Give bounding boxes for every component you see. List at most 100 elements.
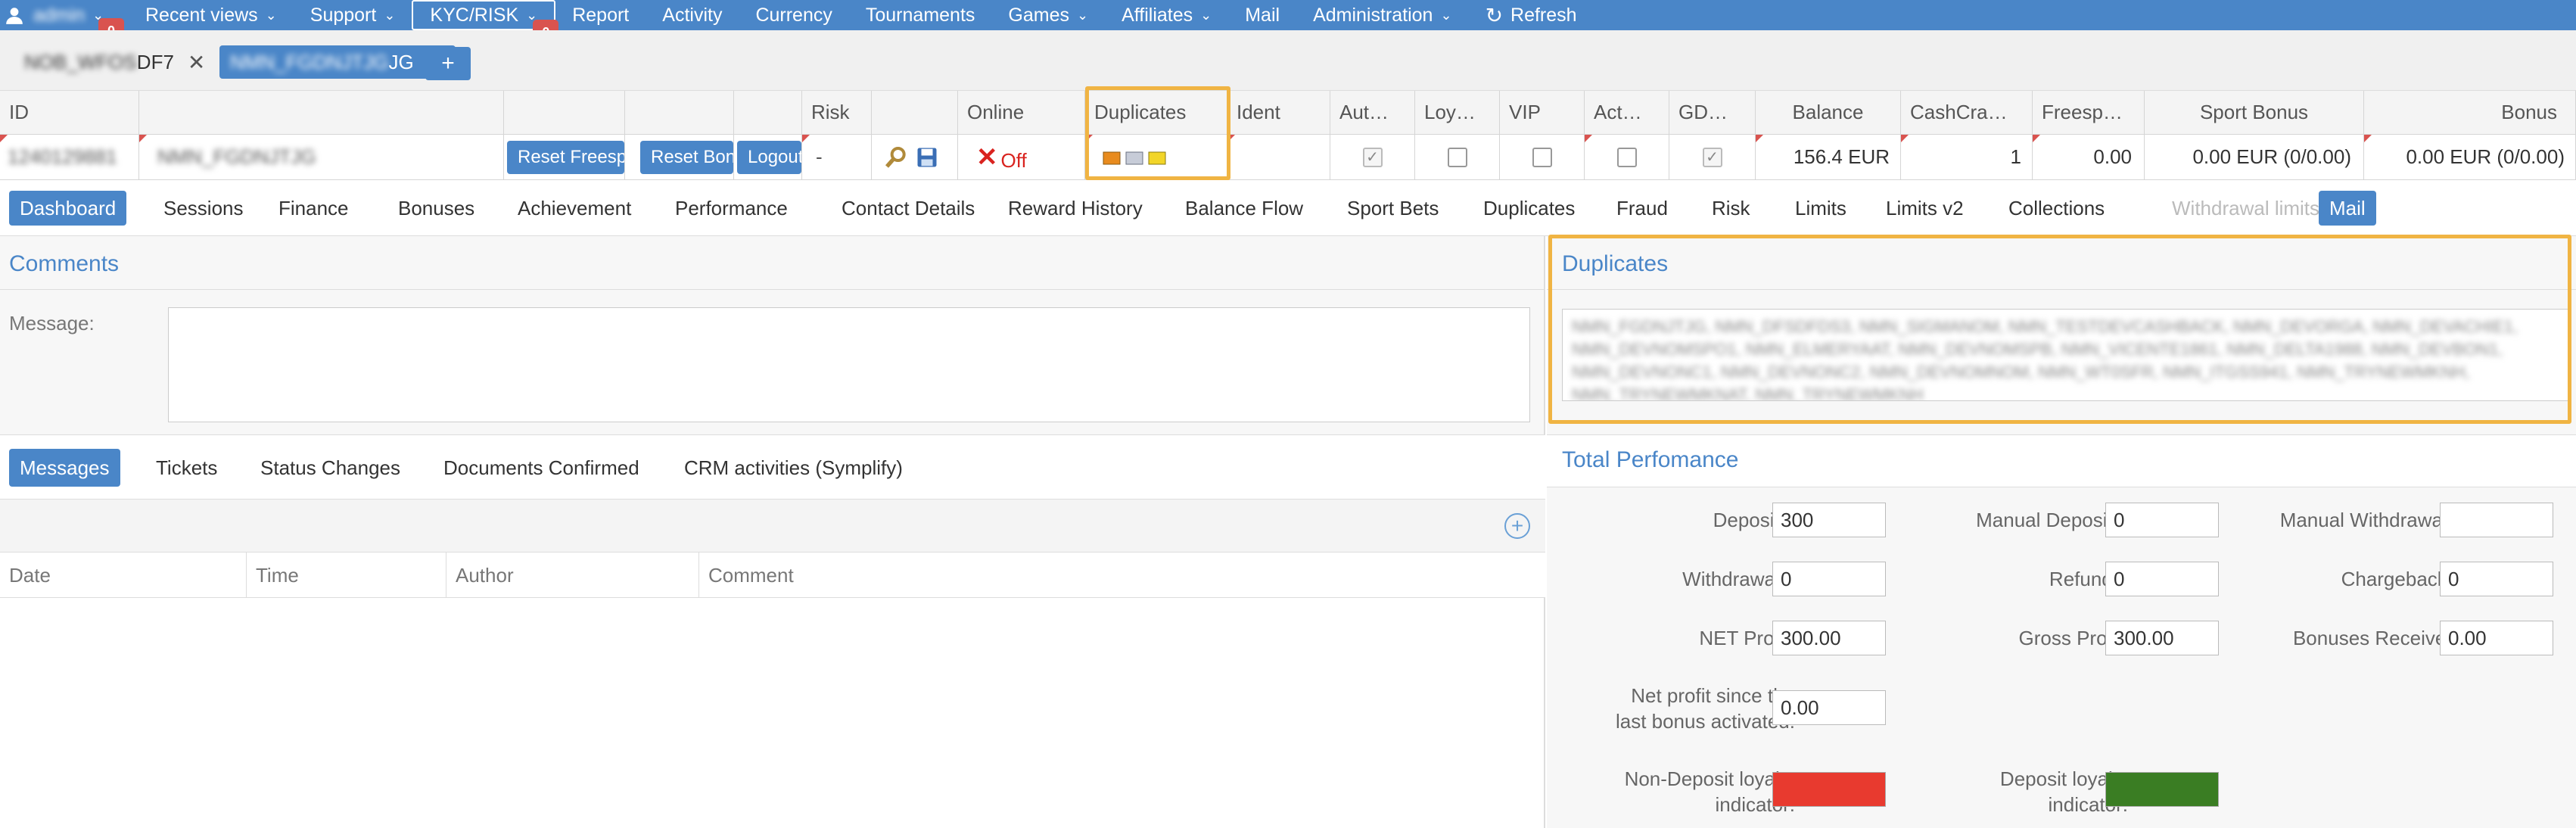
- tab-reward-history[interactable]: Reward History: [1008, 191, 1143, 226]
- player-tab-active[interactable]: NMN_FGDNJTJG JG ✕: [219, 45, 456, 79]
- active-checkbox[interactable]: [1616, 147, 1637, 167]
- header-balance[interactable]: Balance: [1756, 91, 1901, 135]
- user-menu[interactable]: admin ⌄ 0: [0, 0, 129, 44]
- header-cashcra[interactable]: CashCra…: [1901, 91, 2033, 135]
- header-blank: [625, 91, 734, 135]
- header-id[interactable]: ID: [0, 91, 139, 135]
- tab-limits-v2[interactable]: Limits v2: [1886, 191, 1964, 226]
- nav-affiliates[interactable]: Affiliates ⌄: [1105, 0, 1228, 30]
- nav-mail[interactable]: Mail: [1228, 0, 1296, 30]
- search-icon[interactable]: [884, 145, 908, 170]
- nav-kyc-risk[interactable]: KYC/RISK⌄ 0: [412, 0, 559, 45]
- plus-icon: +: [441, 51, 455, 76]
- subtab-tickets[interactable]: Tickets: [156, 449, 217, 487]
- nav-tournaments[interactable]: Tournaments: [849, 0, 992, 30]
- duplicates-list[interactable]: NMN_FGDNJTJG, NMN_DFSDFDS3, NMN_SIGMANOM…: [1562, 309, 2568, 401]
- net-profit-since-field[interactable]: 0.00: [1772, 690, 1886, 725]
- reset-freespins-button[interactable]: Reset Freespins: [507, 140, 624, 174]
- col-comment[interactable]: Comment: [699, 553, 1545, 598]
- subtab-crm-activities[interactable]: CRM activities (Symplify): [684, 449, 903, 487]
- bonuses-received-field[interactable]: 0.00: [2440, 621, 2553, 655]
- col-time[interactable]: Time: [247, 553, 446, 598]
- loyalty-checkbox[interactable]: [1447, 147, 1467, 167]
- duplicates-flags-icon[interactable]: [1102, 146, 1170, 169]
- tab-collections[interactable]: Collections: [2008, 191, 2105, 226]
- manual-withdrawals-label: Manual Withdrawals:: [2279, 509, 2462, 531]
- chargebacks-field[interactable]: 0: [2440, 562, 2553, 596]
- col-date[interactable]: Date: [0, 553, 247, 598]
- save-icon[interactable]: [916, 146, 938, 169]
- subtab-status-changes[interactable]: Status Changes: [260, 449, 400, 487]
- tab-mail[interactable]: Mail: [2319, 191, 2376, 226]
- manual-withdrawals-field[interactable]: [2440, 503, 2553, 537]
- player-login: NMN_FGDNJTJG: [157, 145, 316, 168]
- manual-deposits-field[interactable]: 0: [2105, 503, 2219, 537]
- nav-administration[interactable]: Administration ⌄: [1296, 0, 1469, 30]
- header-freesp[interactable]: Freesp…: [2033, 91, 2145, 135]
- col-author[interactable]: Author: [446, 553, 699, 598]
- username: admin: [33, 4, 86, 26]
- tab-contact-details[interactable]: Contact Details: [842, 191, 975, 226]
- nav-recent-views[interactable]: Recent views ⌄: [129, 0, 294, 30]
- header-ident[interactable]: Ident: [1227, 91, 1330, 135]
- chevron-down-icon: ⌄: [265, 7, 277, 23]
- reset-bonus-button[interactable]: Reset Bonus: [640, 140, 733, 174]
- header-loy[interactable]: Loy…: [1415, 91, 1500, 135]
- add-tab-button[interactable]: +: [425, 47, 471, 80]
- tab-sport-bets[interactable]: Sport Bets: [1347, 191, 1439, 226]
- tab-performance[interactable]: Performance: [675, 191, 788, 226]
- tab-limits[interactable]: Limits: [1795, 191, 1846, 226]
- tab-balance-flow[interactable]: Balance Flow: [1185, 191, 1303, 226]
- player-tab-hidden: NOB_WFOS: [24, 50, 137, 73]
- header-duplicates[interactable]: Duplicates: [1085, 91, 1227, 135]
- header-blank: [734, 91, 802, 135]
- label-line: last bonus activated:: [1615, 710, 1795, 733]
- player-tab[interactable]: NOB_WFOS DF7 ✕: [24, 45, 205, 79]
- tab-risk[interactable]: Risk: [1712, 191, 1750, 226]
- aut-checkbox[interactable]: ✓: [1362, 147, 1383, 167]
- cell-freesp: 0.00: [2033, 135, 2145, 180]
- header-bonus[interactable]: Bonus: [2364, 91, 2576, 135]
- cell-loy: [1415, 135, 1500, 180]
- user-icon: [6, 8, 23, 24]
- gdpr-checkbox[interactable]: ✓: [1702, 147, 1722, 167]
- tab-bonuses[interactable]: Bonuses: [398, 191, 474, 226]
- refunds-field[interactable]: 0: [2105, 562, 2219, 596]
- comments-title: Comments: [9, 251, 120, 276]
- subtab-messages[interactable]: Messages: [9, 449, 120, 487]
- tab-dashboard[interactable]: Dashboard: [9, 191, 127, 226]
- header-gd[interactable]: GD…: [1669, 91, 1756, 135]
- tab-finance[interactable]: Finance: [278, 191, 349, 226]
- header-aut[interactable]: Aut…: [1330, 91, 1415, 135]
- tab-duplicates[interactable]: Duplicates: [1483, 191, 1575, 226]
- header-vip[interactable]: VIP: [1500, 91, 1585, 135]
- net-profit-field[interactable]: 300.00: [1772, 621, 1886, 655]
- logout-button[interactable]: Logout: [737, 140, 801, 174]
- tab-achievement[interactable]: Achievement: [518, 191, 631, 226]
- add-circle-icon[interactable]: +: [1504, 513, 1530, 539]
- refresh-icon: ↻: [1485, 3, 1504, 27]
- bonuses-received-label: Bonuses Received:: [2292, 627, 2462, 649]
- label-line: Non-Deposit loyalty: [1624, 767, 1795, 790]
- nav-games[interactable]: Games ⌄: [991, 0, 1105, 30]
- cell-duplicates: [1085, 135, 1227, 180]
- header-act[interactable]: Act…: [1585, 91, 1669, 135]
- subtab-documents-confirmed[interactable]: Documents Confirmed: [443, 449, 639, 487]
- header-sport-bonus[interactable]: Sport Bonus: [2145, 91, 2364, 135]
- tab-sessions[interactable]: Sessions: [163, 191, 244, 226]
- vip-checkbox[interactable]: [1532, 147, 1552, 167]
- withdrawals-field[interactable]: 0: [1772, 562, 1886, 596]
- deposits-field[interactable]: 300: [1772, 503, 1886, 537]
- close-icon[interactable]: ✕: [188, 50, 205, 75]
- nav-currency[interactable]: Currency: [739, 0, 848, 30]
- nav-report[interactable]: Report: [555, 0, 646, 30]
- tab-fraud[interactable]: Fraud: [1616, 191, 1668, 226]
- header-online[interactable]: Online: [958, 91, 1085, 135]
- message-textarea[interactable]: [168, 307, 1530, 422]
- gross-profit-field[interactable]: 300.00: [2105, 621, 2219, 655]
- player-tab-label: JG: [388, 50, 414, 73]
- header-risk[interactable]: Risk: [802, 91, 872, 135]
- nav-support[interactable]: Support ⌄: [294, 0, 412, 30]
- refresh-button[interactable]: ↻ Refresh: [1469, 0, 1594, 30]
- nav-activity[interactable]: Activity: [646, 0, 739, 30]
